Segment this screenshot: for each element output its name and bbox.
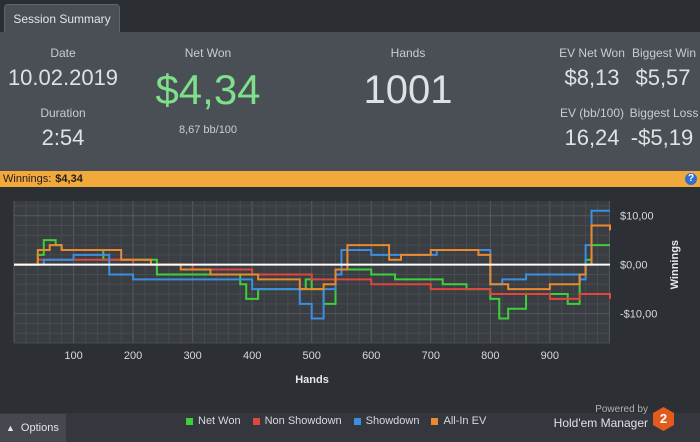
hands-label: Hands <box>390 46 426 60</box>
legend-swatch <box>252 417 260 425</box>
ev-net-won-label: EV Net Won <box>559 46 625 60</box>
top-tab-bar: Session Summary <box>0 0 700 33</box>
net-won-label: Net Won <box>184 46 232 60</box>
duration-value: 2:54 <box>41 125 85 150</box>
ev-net-won-value: $8,13 <box>564 65 620 90</box>
legend-label: Net Won <box>198 415 241 427</box>
y-axis-label: Winnings <box>669 240 681 289</box>
winnings-chart: 100 200 300 400 500 600 700 800 900 $10,00 $0,00 -$… <box>13 201 681 386</box>
legend-label: All-In EV <box>443 415 487 427</box>
winnings-bar: Winnings: $4,34 ? <box>0 171 700 187</box>
product-name: Hold'em Manager <box>553 416 648 430</box>
biggest-win-label: Biggest Win <box>631 46 697 60</box>
y-tick-label: $10,00 <box>620 211 654 223</box>
legend-label: Showdown <box>365 415 420 427</box>
y-tick-label: $0,00 <box>620 260 648 272</box>
ev-bb100-value: 16,24 <box>564 125 620 150</box>
x-tick-label: 100 <box>64 350 82 362</box>
date-value: 10.02.2019 <box>7 65 119 90</box>
biggest-loss-value: -$5,19 <box>630 125 694 150</box>
winnings-chart-area: 100 200 300 400 500 600 700 800 900 $10,00 $0,00 -$… <box>0 187 700 413</box>
x-tick-label: 400 <box>243 350 261 362</box>
x-tick-label: 600 <box>362 350 380 362</box>
hands-value: 1001 <box>363 68 453 112</box>
ev-bb100-label: EV (bb/100) <box>559 106 625 120</box>
x-tick-label: 700 <box>422 350 440 362</box>
x-tick-label: 500 <box>303 350 321 362</box>
legend-item[interactable]: Non Showdown <box>252 415 342 427</box>
chart-legend: Net Won Non Showdown Showdown All-In EV <box>186 415 486 427</box>
legend-swatch <box>186 417 193 425</box>
x-tick-label: 900 <box>541 350 559 362</box>
options-label: Options <box>20 422 59 434</box>
biggest-loss-label: Biggest Loss <box>629 106 699 120</box>
x-tick-label: 200 <box>124 350 142 362</box>
legend-item[interactable]: Showdown <box>353 415 420 427</box>
legend-label: Non Showdown <box>264 415 342 427</box>
net-won-value: $4,34 <box>155 66 261 113</box>
biggest-win-value: $5,57 <box>635 65 691 90</box>
x-tick-label: 300 <box>183 350 201 362</box>
session-summary-panel: Date 10.02.2019 Duration 2:54 Net Won $4… <box>0 32 700 171</box>
duration-label: Duration <box>40 106 86 120</box>
net-won-bb100: 8,67 bb/100 <box>178 124 238 136</box>
options-button[interactable]: ▲ Options <box>0 414 66 442</box>
winnings-label: Winnings: <box>3 173 52 185</box>
caret-up-icon: ▲ <box>6 423 15 433</box>
winnings-value: $4,34 <box>55 173 83 185</box>
tab-session-summary[interactable]: Session Summary <box>4 4 120 33</box>
help-icon[interactable]: ? <box>685 173 697 185</box>
legend-item[interactable]: All-In EV <box>431 415 486 427</box>
x-tick-label: 800 <box>481 350 499 362</box>
legend-swatch <box>353 417 361 425</box>
legend-item[interactable]: Net Won <box>186 415 241 427</box>
x-axis-label: Hands <box>295 374 329 386</box>
y-tick-label: -$10,00 <box>620 309 657 321</box>
powered-by-text: Powered by <box>595 404 648 415</box>
legend-swatch <box>431 417 439 425</box>
date-label: Date <box>50 46 76 60</box>
